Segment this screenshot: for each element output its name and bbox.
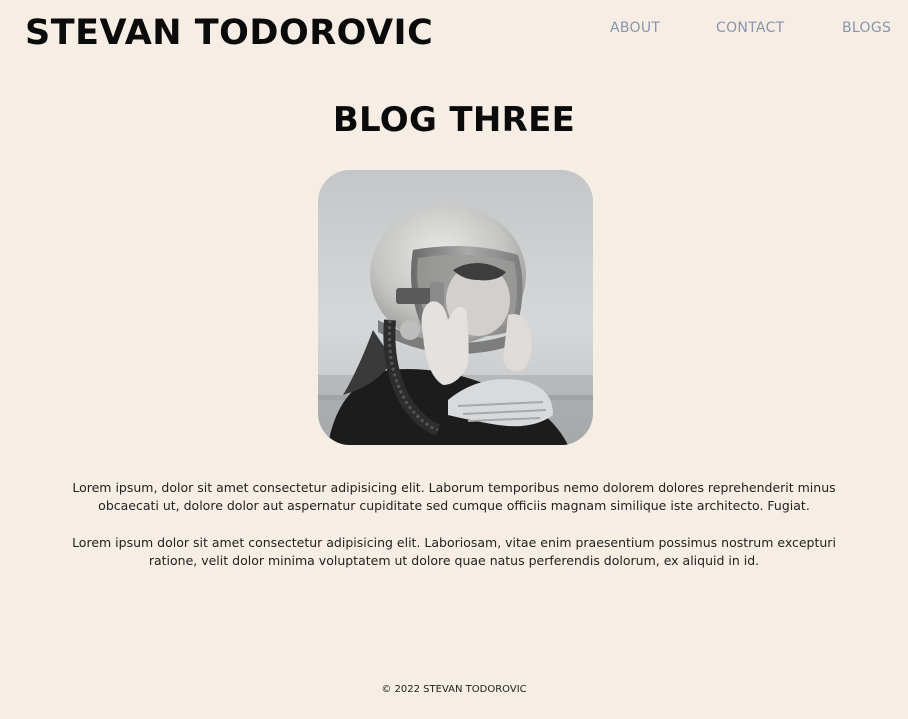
post-paragraph-1: Lorem ipsum, dolor sit amet consectetur … (72, 480, 836, 513)
nav-about-link[interactable]: ABOUT (610, 20, 660, 36)
nav-blogs-link[interactable]: BLOGS (842, 20, 891, 36)
nav-contact-link[interactable]: CONTACT (716, 20, 785, 36)
post-hero-image (318, 170, 593, 445)
site-header: STEVAN TODOROVIC ABOUT CONTACT BLOGS (0, 0, 908, 72)
copyright-text: © 2022 STEVAN TODOROVIC (381, 684, 527, 695)
site-brand[interactable]: STEVAN TODOROVIC (25, 13, 433, 53)
post-paragraph-2: Lorem ipsum dolor sit amet consectetur a… (72, 535, 836, 568)
site-footer: © 2022 STEVAN TODOROVIC (0, 684, 908, 695)
post-title: BLOG THREE (332, 100, 576, 140)
astronaut-photo (318, 170, 593, 445)
